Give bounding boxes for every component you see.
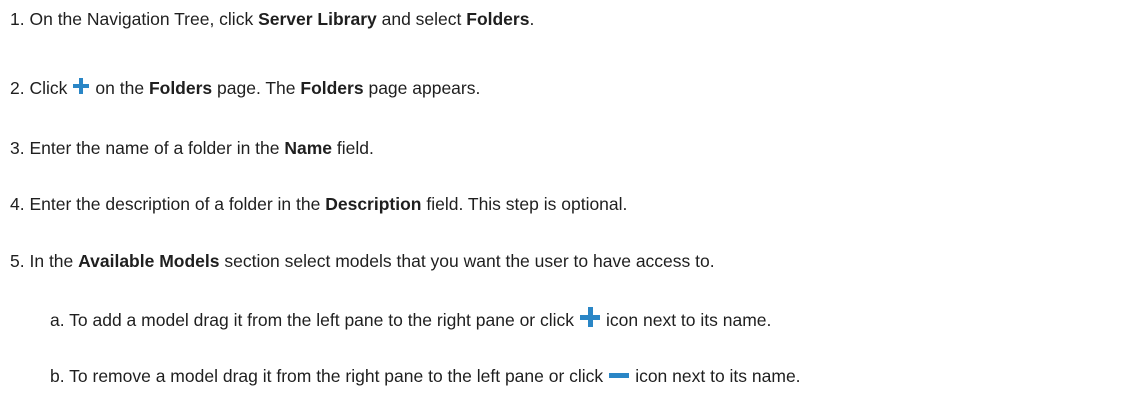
name-label: Name — [284, 138, 333, 158]
step-text: page appears. — [363, 78, 481, 98]
step-text: Enter the description of a folder in the — [29, 194, 326, 214]
step-4: 4. Enter the description of a folder in … — [10, 193, 627, 215]
step-number: 4. — [10, 194, 25, 214]
step-text: field. — [332, 138, 374, 158]
step-text: page. The — [212, 78, 301, 98]
step-text: In the — [29, 251, 79, 271]
step-1: 1. On the Navigation Tree, click Server … — [10, 8, 534, 30]
plus-icon — [73, 78, 90, 95]
step-number: 3. — [10, 138, 25, 158]
step-text: and select — [376, 9, 467, 29]
step-text: on the — [95, 78, 149, 98]
minus-icon — [609, 365, 630, 385]
step-number: 1. — [10, 9, 25, 29]
substep-letter: a. — [50, 310, 65, 330]
step-text: . — [529, 9, 535, 29]
step-3: 3. Enter the name of a folder in the Nam… — [10, 137, 374, 159]
substep-text: To add a model drag it from the left pan… — [69, 310, 575, 330]
step-number: 2. — [10, 78, 25, 98]
folders-label: Folders — [466, 9, 530, 29]
step-text: section select models that you want the … — [219, 251, 715, 271]
folders-label: Folders — [300, 78, 364, 98]
step-text: Click — [29, 78, 68, 98]
substep-letter: b. — [50, 366, 65, 386]
step-number: 5. — [10, 251, 25, 271]
substep-text: icon next to its name. — [635, 366, 801, 386]
folders-label: Folders — [148, 78, 213, 98]
plus-icon — [580, 307, 601, 328]
substep-b: b. To remove a model drag it from the ri… — [50, 365, 801, 387]
substep-text: icon next to its name. — [606, 310, 772, 330]
available-models-label: Available Models — [78, 251, 220, 271]
substep-text: To remove a model drag it from the right… — [69, 366, 604, 386]
substep-a: a. To add a model drag it from the left … — [50, 307, 772, 331]
step-text: On the Navigation Tree, click — [29, 9, 259, 29]
server-library-label: Server Library — [258, 9, 377, 29]
step-2: 2. Click on the Folders page. The Folders… — [10, 77, 480, 99]
step-5: 5. In the Available Models section selec… — [10, 250, 715, 272]
step-text: Enter the name of a folder in the — [29, 138, 285, 158]
step-text: field. This step is optional. — [421, 194, 628, 214]
description-label: Description — [325, 194, 422, 214]
